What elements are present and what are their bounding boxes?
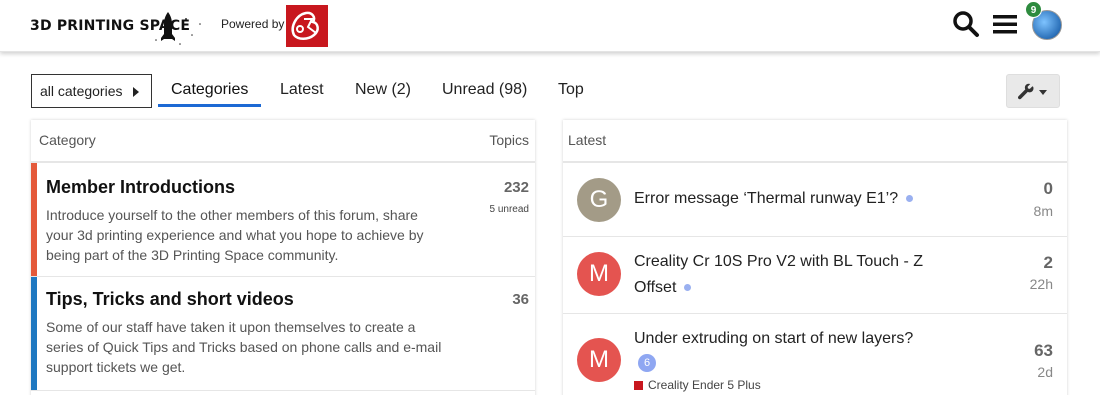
tab-categories[interactable]: Categories xyxy=(171,81,248,99)
topics-column-header: Topics xyxy=(489,132,529,148)
latest-column-header: Latest xyxy=(568,132,607,148)
notification-badge[interactable]: 9 xyxy=(1025,1,1042,18)
wrench-icon xyxy=(1017,83,1034,100)
category-topic-count: 36 xyxy=(512,291,529,308)
category-column-header: Category xyxy=(39,132,96,148)
topic-row[interactable]: M Creality Cr 10S Pro V2 with BL Touch -… xyxy=(563,237,1067,314)
hamburger-menu-icon[interactable] xyxy=(992,10,1018,38)
topic-title-line: Error message ‘Thermal runway E1’? xyxy=(634,186,964,212)
topic-row[interactable]: M Under extruding on start of new layers… xyxy=(563,314,1067,395)
topic-title[interactable]: Creality Cr 10S Pro V2 with BL Touch - Z… xyxy=(634,253,923,296)
topic-title[interactable]: Under extruding on start of new layers? xyxy=(634,330,913,347)
tab-latest[interactable]: Latest xyxy=(280,81,324,99)
new-topic-dot-icon xyxy=(906,195,914,203)
brand-3d-logo[interactable] xyxy=(286,5,328,47)
powered-by-label: Powered by xyxy=(221,17,285,31)
category-color-square xyxy=(634,381,643,390)
new-topic-dot-icon xyxy=(684,284,692,292)
topic-age[interactable]: 8m xyxy=(1034,203,1053,219)
reply-count: 2 xyxy=(1043,253,1053,272)
latest-panel: Latest G Error message ‘Thermal runway E… xyxy=(563,120,1067,395)
category-row-member-introductions[interactable]: Member Introductions Introduce yourself … xyxy=(31,163,535,277)
new-posts-badge[interactable]: 6 xyxy=(638,354,656,372)
caret-down-icon xyxy=(1039,90,1047,95)
category-row-tips-tricks[interactable]: Tips, Tricks and short videos Some of ou… xyxy=(31,277,535,391)
category-dropdown-label: all categories xyxy=(40,83,123,99)
tab-unread[interactable]: Unread (98) xyxy=(442,81,527,99)
category-color-bar xyxy=(31,163,37,276)
topic-title-line: Under extruding on start of new layers? xyxy=(634,326,964,352)
category-description: Some of our staff have taken it upon the… xyxy=(46,319,442,375)
topic-category-tag[interactable]: Creality Ender 5 Plus xyxy=(634,378,761,392)
all-categories-dropdown[interactable]: all categories xyxy=(31,74,152,108)
category-unread-count[interactable]: 5 unread xyxy=(490,204,529,215)
category-title[interactable]: Member Introductions xyxy=(46,177,235,198)
search-icon[interactable] xyxy=(952,10,980,38)
tools-dropdown-button[interactable] xyxy=(1006,74,1060,108)
category-color-bar xyxy=(31,277,37,390)
tab-top[interactable]: Top xyxy=(558,81,584,99)
topic-title-line: Creality Cr 10S Pro V2 with BL Touch - Z… xyxy=(634,249,944,301)
user-avatar[interactable]: G xyxy=(577,178,621,222)
topic-age[interactable]: 2d xyxy=(1037,364,1053,380)
topic-age[interactable]: 22h xyxy=(1030,276,1053,292)
category-description: Introduce yourself to the other members … xyxy=(46,207,424,263)
active-tab-indicator xyxy=(158,104,261,107)
tab-new[interactable]: New (2) xyxy=(355,81,411,99)
category-topic-count: 232 xyxy=(503,179,529,196)
reply-count: 0 xyxy=(1043,179,1053,198)
user-avatar[interactable]: M xyxy=(577,252,621,296)
top-header: 3D PRINTING SPACE Powered by 9 xyxy=(0,0,1100,52)
topic-category-label: Creality Ender 5 Plus xyxy=(648,378,761,392)
category-title[interactable]: Tips, Tricks and short videos xyxy=(46,289,294,310)
topic-row[interactable]: G Error message ‘Thermal runway E1’? 0 8… xyxy=(563,163,1067,237)
categories-panel: Category Topics Member Introductions Int… xyxy=(31,120,535,395)
brand-3d-mark-icon xyxy=(291,11,319,40)
caret-right-icon xyxy=(133,87,139,97)
reply-count: 63 xyxy=(1034,341,1053,360)
user-avatar[interactable]: M xyxy=(577,338,621,382)
topic-title[interactable]: Error message ‘Thermal runway E1’? xyxy=(634,190,898,207)
